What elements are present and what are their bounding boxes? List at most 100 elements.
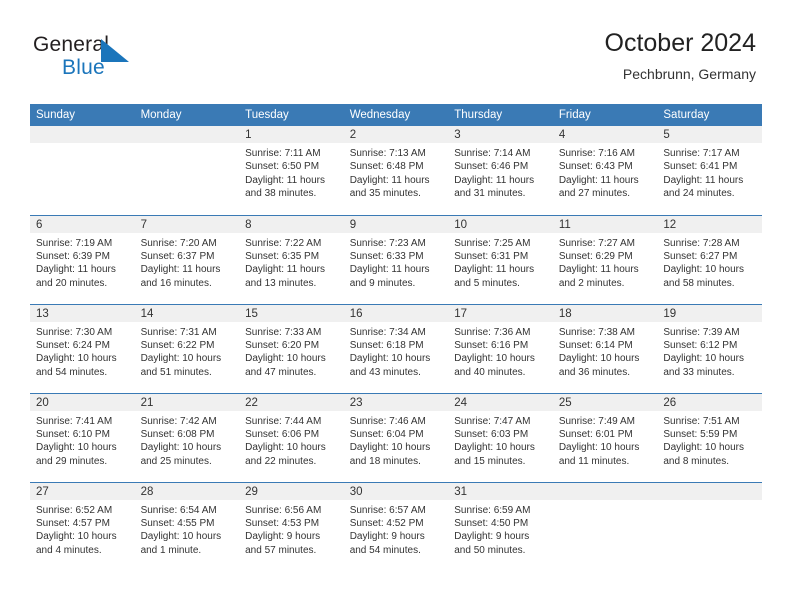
- day-number: [552, 482, 658, 500]
- day-cell[interactable]: 7 Sunrise: 7:20 AM Sunset: 6:37 PM Dayli…: [134, 214, 240, 304]
- day-cell[interactable]: 8 Sunrise: 7:22 AM Sunset: 6:35 PM Dayli…: [239, 214, 344, 304]
- day-cell[interactable]: 5 Sunrise: 7:17 AM Sunset: 6:41 PM Dayli…: [657, 126, 762, 215]
- day-cell[interactable]: 1 Sunrise: 7:11 AM Sunset: 6:50 PM Dayli…: [239, 126, 344, 215]
- daylight-text-line2: and 43 minutes.: [349, 366, 421, 378]
- day-cell[interactable]: 25 Sunrise: 7:49 AM Sunset: 6:01 PM Dayl…: [552, 392, 658, 482]
- page-subtitle-location: Pechbrunn, Germany: [622, 66, 756, 82]
- day-cell[interactable]: 28 Sunrise: 6:54 AM Sunset: 4:55 PM Dayl…: [134, 481, 240, 571]
- day-number: 21: [134, 393, 240, 411]
- day-cell[interactable]: 24 Sunrise: 7:47 AM Sunset: 6:03 PM Dayl…: [448, 392, 553, 482]
- day-number: 11: [552, 215, 658, 233]
- sunrise-text: Sunrise: 7:11 AM: [245, 148, 321, 159]
- day-number: 24: [448, 393, 553, 411]
- sunrise-text: Sunrise: 7:47 AM: [454, 415, 531, 427]
- day-details: Sunrise: 7:46 AM Sunset: 6:04 PM Dayligh…: [344, 411, 449, 469]
- day-cell[interactable]: 3 Sunrise: 7:14 AM Sunset: 6:46 PM Dayli…: [448, 126, 553, 215]
- daylight-text-line1: Daylight: 10 hours: [140, 353, 222, 365]
- daylight-text-line2: and 24 minutes.: [663, 188, 735, 200]
- day-number: 17: [448, 304, 553, 322]
- day-cell[interactable]: 30 Sunrise: 6:57 AM Sunset: 4:52 PM Dayl…: [343, 481, 449, 571]
- day-cell[interactable]: 21 Sunrise: 7:42 AM Sunset: 6:08 PM Dayl…: [134, 392, 240, 482]
- sunset-text: Sunset: 6:27 PM: [663, 250, 738, 262]
- day-details: [553, 500, 658, 504]
- daylight-text-line1: Daylight: 10 hours: [349, 442, 431, 454]
- sunrise-text: Sunrise: 7:36 AM: [454, 326, 531, 338]
- day-number: 7: [134, 215, 240, 233]
- day-cell[interactable]: 18 Sunrise: 7:38 AM Sunset: 6:14 PM Dayl…: [552, 303, 658, 393]
- daylight-text-line1: Daylight: 10 hours: [663, 442, 744, 454]
- day-cell[interactable]: 31 Sunrise: 6:59 AM Sunset: 4:50 PM Dayl…: [448, 481, 553, 571]
- day-details: Sunrise: 7:20 AM Sunset: 6:37 PM Dayligh…: [135, 233, 240, 291]
- sunset-text: Sunset: 6:29 PM: [558, 250, 633, 262]
- day-number: 6: [30, 215, 135, 233]
- sunrise-text: Sunrise: 7:28 AM: [663, 237, 740, 249]
- daylight-text-line2: and 36 minutes.: [558, 366, 630, 378]
- sunset-text: Sunset: 6:43 PM: [558, 161, 633, 173]
- sunset-text: Sunset: 6:35 PM: [245, 250, 320, 262]
- day-details: Sunrise: 7:33 AM Sunset: 6:20 PM Dayligh…: [239, 322, 344, 380]
- sunrise-text: Sunrise: 7:39 AM: [663, 326, 740, 338]
- day-cell[interactable]: 17 Sunrise: 7:36 AM Sunset: 6:16 PM Dayl…: [448, 303, 553, 393]
- day-cell[interactable]: 4 Sunrise: 7:16 AM Sunset: 6:43 PM Dayli…: [552, 126, 658, 215]
- day-cell[interactable]: 20 Sunrise: 7:41 AM Sunset: 6:10 PM Dayl…: [30, 392, 135, 482]
- sunset-text: Sunset: 6:37 PM: [140, 250, 215, 262]
- day-number: 28: [134, 482, 240, 500]
- day-number: 14: [134, 304, 240, 322]
- day-cell[interactable]: 19 Sunrise: 7:39 AM Sunset: 6:12 PM Dayl…: [657, 303, 762, 393]
- sunrise-text: Sunrise: 7:44 AM: [245, 415, 322, 427]
- day-number: 8: [239, 215, 344, 233]
- calendar-week-row: 13 Sunrise: 7:30 AM Sunset: 6:24 PM Dayl…: [30, 303, 762, 393]
- day-cell[interactable]: 2 Sunrise: 7:13 AM Sunset: 6:48 PM Dayli…: [343, 126, 449, 215]
- day-cell[interactable]: 9 Sunrise: 7:23 AM Sunset: 6:33 PM Dayli…: [343, 214, 449, 304]
- day-cell: [552, 481, 658, 571]
- weekday-header-friday: Friday: [552, 104, 658, 126]
- day-details: Sunrise: 6:57 AM Sunset: 4:52 PM Dayligh…: [344, 500, 449, 558]
- daylight-text-line1: Daylight: 10 hours: [663, 353, 744, 365]
- day-cell[interactable]: 11 Sunrise: 7:27 AM Sunset: 6:29 PM Dayl…: [552, 214, 658, 304]
- day-cell[interactable]: 6 Sunrise: 7:19 AM Sunset: 6:39 PM Dayli…: [30, 214, 135, 304]
- sunrise-text: Sunrise: 6:52 AM: [36, 504, 113, 516]
- sunset-text: Sunset: 6:20 PM: [245, 339, 320, 351]
- day-details: Sunrise: 7:14 AM Sunset: 6:46 PM Dayligh…: [448, 143, 553, 201]
- day-cell[interactable]: 15 Sunrise: 7:33 AM Sunset: 6:20 PM Dayl…: [239, 303, 344, 393]
- sunrise-text: Sunrise: 7:20 AM: [140, 237, 217, 249]
- day-details: Sunrise: 6:56 AM Sunset: 4:53 PM Dayligh…: [239, 500, 344, 558]
- day-details: Sunrise: 7:25 AM Sunset: 6:31 PM Dayligh…: [448, 233, 553, 291]
- day-cell[interactable]: 29 Sunrise: 6:56 AM Sunset: 4:53 PM Dayl…: [239, 481, 344, 571]
- day-cell[interactable]: 12 Sunrise: 7:28 AM Sunset: 6:27 PM Dayl…: [657, 214, 762, 304]
- sunset-text: Sunset: 4:52 PM: [349, 517, 424, 529]
- day-cell[interactable]: 10 Sunrise: 7:25 AM Sunset: 6:31 PM Dayl…: [448, 214, 553, 304]
- daylight-text-line1: Daylight: 11 hours: [140, 264, 221, 276]
- day-details: Sunrise: 7:42 AM Sunset: 6:08 PM Dayligh…: [135, 411, 240, 469]
- day-number: 2: [343, 126, 449, 143]
- sunset-text: Sunset: 6:04 PM: [349, 428, 424, 440]
- calendar-week-row: 6 Sunrise: 7:19 AM Sunset: 6:39 PM Dayli…: [30, 214, 762, 304]
- day-number: 25: [552, 393, 658, 411]
- day-cell[interactable]: 16 Sunrise: 7:34 AM Sunset: 6:18 PM Dayl…: [343, 303, 449, 393]
- daylight-text-line2: and 2 minutes.: [558, 277, 625, 289]
- day-cell[interactable]: 13 Sunrise: 7:30 AM Sunset: 6:24 PM Dayl…: [30, 303, 135, 393]
- sunset-text: Sunset: 6:24 PM: [36, 339, 110, 351]
- day-number: 18: [552, 304, 658, 322]
- day-details: Sunrise: 7:51 AM Sunset: 5:59 PM Dayligh…: [657, 411, 762, 469]
- sunset-text: Sunset: 6:39 PM: [36, 250, 110, 262]
- day-cell[interactable]: 26 Sunrise: 7:51 AM Sunset: 5:59 PM Dayl…: [657, 392, 762, 482]
- daylight-text-line2: and 25 minutes.: [140, 455, 212, 467]
- sunset-text: Sunset: 6:01 PM: [558, 428, 633, 440]
- day-cell[interactable]: 22 Sunrise: 7:44 AM Sunset: 6:06 PM Dayl…: [239, 392, 344, 482]
- general-blue-logo[interactable]: General Blue: [33, 33, 213, 85]
- day-details: [135, 143, 240, 147]
- sunrise-text: Sunrise: 7:14 AM: [454, 148, 531, 159]
- logo-text-blue: Blue: [62, 56, 105, 79]
- day-cell[interactable]: 14 Sunrise: 7:31 AM Sunset: 6:22 PM Dayl…: [134, 303, 240, 393]
- day-cell[interactable]: 27 Sunrise: 6:52 AM Sunset: 4:57 PM Dayl…: [30, 481, 135, 571]
- day-number: 29: [239, 482, 344, 500]
- daylight-text-line2: and 31 minutes.: [454, 188, 526, 200]
- day-cell[interactable]: 23 Sunrise: 7:46 AM Sunset: 6:04 PM Dayl…: [343, 392, 449, 482]
- daylight-text-line1: Daylight: 11 hours: [454, 264, 535, 276]
- sunset-text: Sunset: 6:48 PM: [349, 161, 424, 173]
- daylight-text-line2: and 13 minutes.: [245, 277, 317, 289]
- sunrise-text: Sunrise: 7:42 AM: [140, 415, 217, 427]
- day-details: Sunrise: 7:28 AM Sunset: 6:27 PM Dayligh…: [657, 233, 762, 291]
- page-title: October 2024: [604, 29, 757, 57]
